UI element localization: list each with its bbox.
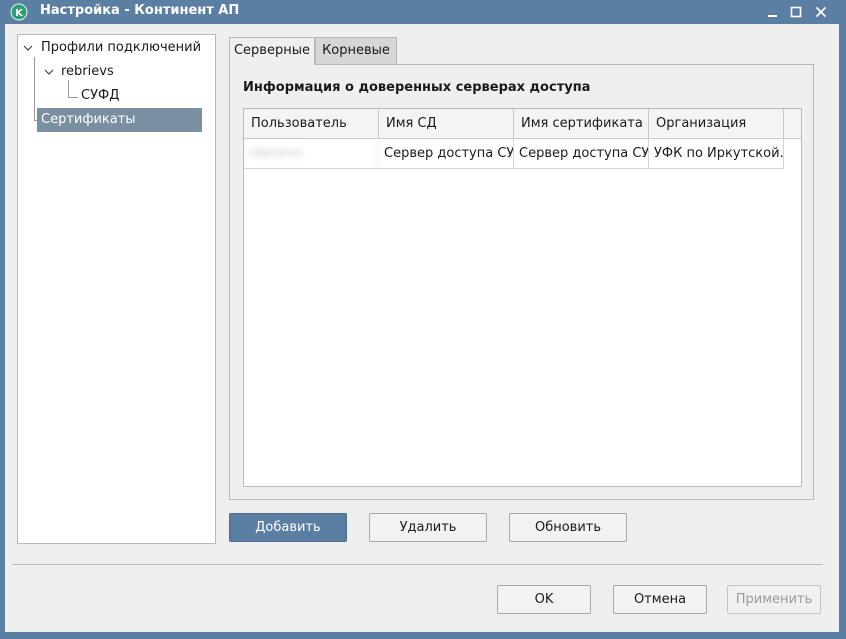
trusted-servers-table[interactable]: Пользователь Имя СД Имя сертификата Орга… — [243, 108, 802, 487]
app-logo-icon: K — [10, 3, 28, 21]
tree-item-certificates[interactable]: Сертификаты — [41, 108, 201, 131]
tree-item-label: Профили подключений — [41, 40, 202, 55]
tree-connector-line — [68, 97, 78, 98]
tree-item-label: Сертификаты — [41, 112, 136, 127]
chevron-down-icon[interactable] — [22, 42, 34, 54]
refresh-button[interactable]: Обновить — [509, 513, 627, 542]
tree-item-label: rebrievs — [61, 64, 114, 79]
tab-server[interactable]: Серверные — [229, 37, 315, 65]
cell-certificate-name: Сервер доступа СУ... — [514, 139, 649, 169]
maximize-icon[interactable] — [787, 3, 805, 21]
column-header-organization[interactable]: Организация — [649, 109, 784, 139]
settings-tree[interactable]: Профили подключений rebrievs СУФД Сертиф… — [17, 34, 216, 544]
section-title: Информация о доверенных серверах доступа — [243, 80, 591, 95]
window-title: Настройка - Континент АП — [40, 3, 240, 18]
delete-button[interactable]: Удалить — [369, 513, 487, 542]
dialog-body: Профили подключений rebrievs СУФД Сертиф… — [5, 24, 839, 632]
column-header-user[interactable]: Пользователь — [244, 109, 379, 139]
cancel-button[interactable]: Отмена — [613, 585, 707, 614]
tree-item-rebrievs[interactable]: rebrievs — [43, 60, 203, 83]
tab-root[interactable]: Корневые — [315, 37, 397, 65]
minimize-icon[interactable] — [764, 3, 782, 21]
close-icon[interactable] — [812, 3, 830, 21]
tree-item-profiles[interactable]: Профили подключений — [22, 36, 212, 59]
settings-window: K Настройка - Континент АП Профили подкл — [0, 0, 846, 639]
cell-server-name: Сервер доступа СУ... — [379, 139, 514, 169]
ok-button[interactable]: OK — [497, 585, 591, 614]
add-button[interactable]: Добавить — [229, 513, 347, 542]
column-header-certificate-name[interactable]: Имя сертификата — [514, 109, 649, 139]
tree-item-sufd[interactable]: СУФД — [81, 84, 201, 107]
title-bar[interactable]: K Настройка - Континент АП — [0, 0, 846, 24]
tab-panel-server: Информация о доверенных серверах доступа… — [229, 64, 814, 500]
tree-connector-line — [34, 57, 35, 121]
tree-item-label: СУФД — [81, 88, 120, 103]
divider — [12, 564, 823, 565]
cell-organization: УФК по Иркутской... — [649, 139, 784, 169]
table-row[interactable]: rebrievs Сервер доступа СУ... Сервер дос… — [244, 139, 784, 169]
column-header-server-name[interactable]: Имя СД — [379, 109, 514, 139]
apply-button[interactable]: Применить — [727, 585, 821, 614]
table-header: Пользователь Имя СД Имя сертификата Орга… — [244, 109, 801, 139]
cell-user: rebrievs — [244, 139, 379, 169]
app-logo-letter: K — [15, 8, 24, 19]
chevron-down-icon[interactable] — [43, 66, 55, 78]
